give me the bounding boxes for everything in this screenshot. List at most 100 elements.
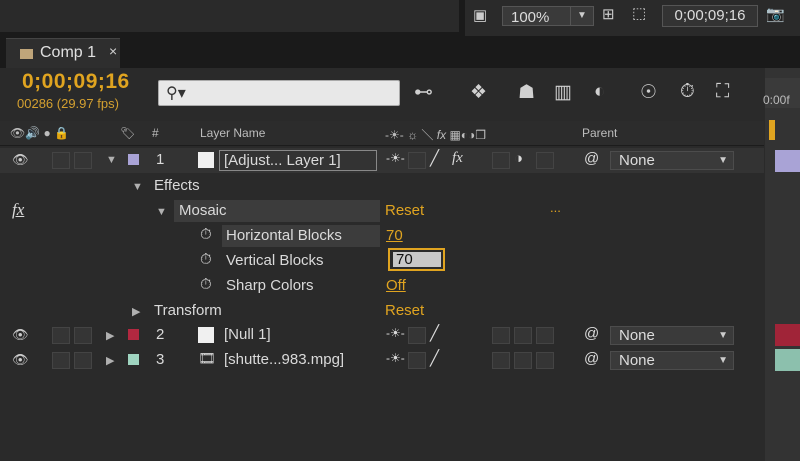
layer-row-3[interactable]: 👁 ▶ 3 🎞 [shutte...983.mpg] -☀- ╱ @ None … bbox=[0, 348, 764, 373]
comp-icon bbox=[20, 49, 33, 59]
layer-name[interactable]: [Null 1] bbox=[224, 326, 271, 343]
graph-editor-icon[interactable]: ⛶ bbox=[716, 81, 729, 103]
property-row-sharp-colors[interactable]: ⏱ Sharp Colors Off bbox=[0, 273, 764, 298]
layer-bar-3[interactable] bbox=[775, 349, 800, 371]
hide-shy-layers-icon[interactable]: ☗ bbox=[518, 81, 535, 104]
layer-name-box[interactable]: [Adjust... Layer 1] bbox=[219, 150, 377, 171]
chevron-down-icon: ▼ bbox=[718, 355, 728, 366]
3d-layer-toggle[interactable] bbox=[536, 152, 554, 169]
solo-toggle[interactable] bbox=[52, 327, 70, 344]
brainstorm-icon[interactable]: ☉ bbox=[640, 81, 657, 104]
shy-switch-icon[interactable]: -☀- bbox=[386, 151, 405, 165]
quality-toggle[interactable] bbox=[408, 327, 426, 344]
auto-keyframe-icon[interactable]: ⏱ bbox=[680, 81, 695, 103]
reset-button[interactable]: Reset bbox=[385, 202, 424, 219]
lock-toggle[interactable] bbox=[74, 152, 92, 169]
parent-dropdown[interactable]: None ▼ bbox=[610, 151, 734, 170]
stopwatch-icon[interactable]: ⏱ bbox=[200, 251, 212, 268]
quality-toggle[interactable] bbox=[408, 352, 426, 369]
3d-layer-toggle[interactable] bbox=[536, 352, 554, 369]
frame-blending-icon[interactable]: ▥ bbox=[554, 81, 572, 104]
adjustment-toggle[interactable] bbox=[514, 352, 532, 369]
region-icon[interactable]: ▣ bbox=[473, 6, 487, 24]
property-row-vertical-blocks[interactable]: ⏱ Vertical Blocks 70 bbox=[0, 248, 764, 273]
layer-name[interactable]: [shutte...983.mpg] bbox=[224, 351, 344, 368]
pickwhip-icon[interactable]: @ bbox=[584, 150, 599, 167]
reset-button[interactable]: Reset bbox=[385, 302, 424, 319]
zoom-dropdown[interactable]: 100% ▼ bbox=[502, 6, 594, 26]
tab-comp-1[interactable]: Comp 1 × bbox=[6, 38, 120, 68]
draft-3d-icon[interactable]: ❖ bbox=[470, 81, 487, 104]
adjustment-toggle[interactable] bbox=[514, 327, 532, 344]
eye-icon[interactable]: 👁 bbox=[12, 327, 29, 343]
label-color[interactable] bbox=[128, 154, 139, 165]
effect-row-mosaic[interactable]: fx ▼ Mosaic Reset ... bbox=[0, 198, 764, 223]
property-row-horizontal-blocks[interactable]: ⏱ Horizontal Blocks 70 bbox=[0, 223, 764, 248]
fx-switch-icon[interactable]: fx bbox=[452, 150, 463, 167]
frame-blend-toggle[interactable] bbox=[492, 352, 510, 369]
timeline-timecode[interactable]: 0;00;09;16 bbox=[22, 70, 130, 94]
zoom-value: 100% bbox=[511, 9, 550, 26]
layer-bar-2[interactable] bbox=[775, 324, 800, 346]
layer-row-2[interactable]: 👁 ▶ 2 [Null 1] -☀- ╱ @ None ▼ bbox=[0, 323, 764, 348]
toolbar-separator bbox=[459, 0, 465, 36]
eye-icon[interactable]: 👁 bbox=[12, 352, 29, 368]
collapse-triangle-icon[interactable]: ▼ bbox=[156, 206, 167, 218]
3d-layer-toggle[interactable] bbox=[536, 327, 554, 344]
quality-toggle[interactable] bbox=[408, 152, 426, 169]
live-update-icon[interactable]: ⊷ bbox=[414, 81, 433, 104]
close-icon[interactable]: × bbox=[109, 43, 117, 59]
grid-icon[interactable]: ⊞ bbox=[602, 5, 615, 23]
eye-icon[interactable]: 👁 bbox=[12, 152, 29, 168]
layer-row-1[interactable]: 👁 ▼ 1 [Adjust... Layer 1] -☀- ╱ fx ◑ @ N… bbox=[0, 148, 764, 173]
parent-dropdown[interactable]: None ▼ bbox=[610, 351, 734, 370]
safe-margins-icon[interactable]: ⬚ bbox=[632, 4, 646, 22]
frame-blend-toggle[interactable] bbox=[492, 327, 510, 344]
solo-toggle[interactable] bbox=[52, 152, 70, 169]
label-color[interactable] bbox=[128, 354, 139, 365]
quality-icon[interactable]: ╱ bbox=[430, 324, 439, 342]
collapse-triangle-icon[interactable]: ▼ bbox=[106, 154, 117, 166]
fx-icon[interactable]: fx bbox=[12, 200, 24, 220]
column-layer-name[interactable]: Layer Name bbox=[200, 126, 265, 140]
pickwhip-icon[interactable]: @ bbox=[584, 325, 599, 342]
value-edit-field[interactable]: 70 bbox=[388, 248, 445, 271]
lock-toggle[interactable] bbox=[74, 327, 92, 344]
lock-toggle[interactable] bbox=[74, 352, 92, 369]
motion-blur-icon[interactable]: ◐ bbox=[594, 81, 605, 103]
property-value-input[interactable]: 70 bbox=[396, 251, 413, 268]
parent-value: None bbox=[619, 327, 655, 344]
adjustment-layer-icon[interactable]: ◑ bbox=[514, 150, 523, 167]
quality-icon[interactable]: ╱ bbox=[430, 149, 439, 167]
current-time-display[interactable]: 0;00;09;16 bbox=[662, 5, 758, 27]
expand-triangle-icon[interactable]: ▶ bbox=[132, 305, 140, 318]
tab-label: Comp 1 bbox=[40, 44, 97, 61]
pickwhip-icon[interactable]: @ bbox=[584, 350, 599, 367]
search-input[interactable]: ⚲▾ bbox=[158, 80, 400, 106]
property-name: Sharp Colors bbox=[226, 277, 314, 294]
layer-bar-1[interactable] bbox=[775, 150, 800, 172]
expand-triangle-icon[interactable]: ▶ bbox=[106, 354, 114, 367]
frame-blend-toggle[interactable] bbox=[492, 152, 510, 169]
camera-icon[interactable]: 📷 bbox=[766, 5, 785, 23]
chevron-down-icon: ▼ bbox=[570, 7, 593, 25]
chevron-down-icon: ▼ bbox=[718, 330, 728, 341]
stopwatch-icon[interactable]: ⏱ bbox=[200, 226, 212, 243]
property-value[interactable]: Off bbox=[386, 277, 406, 294]
collapse-triangle-icon[interactable]: ▼ bbox=[132, 181, 143, 193]
effects-group-row[interactable]: ▼ Effects bbox=[0, 173, 764, 198]
transform-row[interactable]: ▶ Transform Reset bbox=[0, 298, 764, 323]
footage-icon: 🎞 bbox=[198, 350, 216, 366]
label-color[interactable] bbox=[128, 329, 139, 340]
expand-triangle-icon[interactable]: ▶ bbox=[106, 329, 114, 342]
time-ruler: 0:00f bbox=[763, 68, 800, 461]
shy-switch-icon[interactable]: -☀- bbox=[386, 351, 405, 365]
property-value[interactable]: 70 bbox=[386, 227, 403, 244]
stopwatch-icon[interactable]: ⏱ bbox=[200, 276, 212, 293]
solo-toggle[interactable] bbox=[52, 352, 70, 369]
parent-dropdown[interactable]: None ▼ bbox=[610, 326, 734, 345]
work-area-marker[interactable] bbox=[769, 120, 775, 140]
quality-icon[interactable]: ╱ bbox=[430, 349, 439, 367]
effect-name[interactable]: Mosaic bbox=[179, 202, 227, 219]
shy-switch-icon[interactable]: -☀- bbox=[386, 326, 405, 340]
